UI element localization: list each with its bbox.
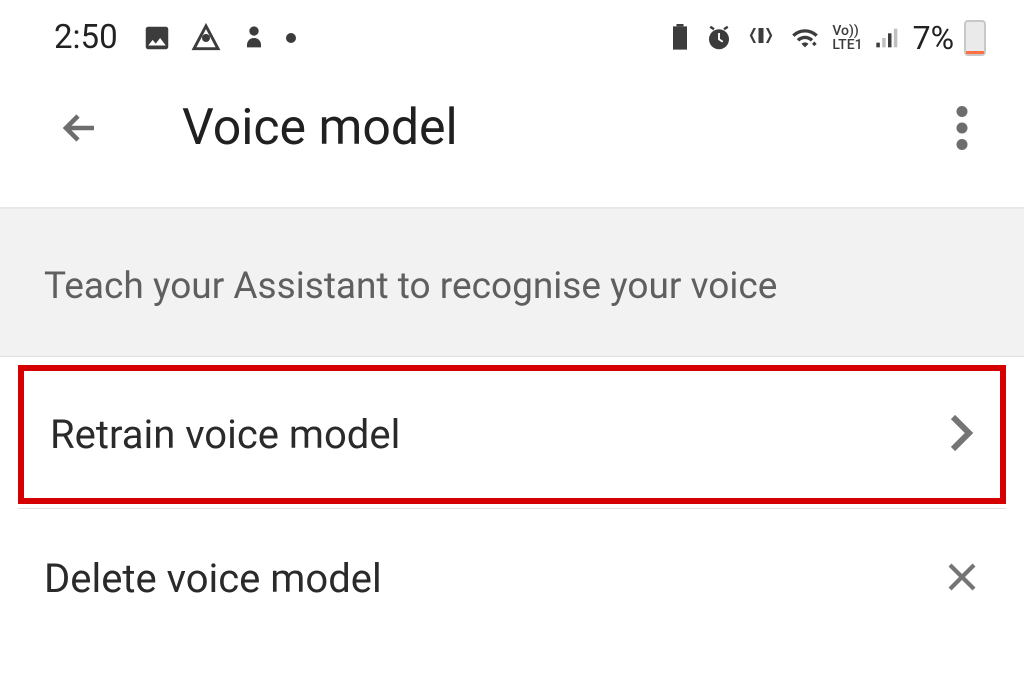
delete-voice-model-item[interactable]: Delete voice model <box>0 509 1024 648</box>
wifi-icon <box>788 24 822 52</box>
chevron-right-icon <box>948 413 974 457</box>
status-left: 2:50 <box>54 18 296 57</box>
image-icon <box>142 23 172 53</box>
battery-icon <box>964 20 986 56</box>
notification-dot-icon <box>286 33 296 43</box>
warning-triangle-icon <box>190 22 222 54</box>
lte-vo-label: Vo)) <box>832 24 862 38</box>
section-subtitle: Teach your Assistant to recognise your v… <box>44 265 980 308</box>
retrain-voice-model-item[interactable]: Retrain voice model <box>18 365 1006 504</box>
more-vertical-icon <box>956 106 968 150</box>
vibrate-icon <box>744 23 778 53</box>
page-title: Voice model <box>182 99 938 157</box>
person-icon <box>240 23 268 53</box>
section-header: Teach your Assistant to recognise your v… <box>0 207 1024 357</box>
alarm-icon <box>704 23 734 53</box>
delete-label: Delete voice model <box>44 555 382 602</box>
status-time: 2:50 <box>54 18 118 57</box>
battery-percent: 7% <box>913 19 954 57</box>
retrain-label: Retrain voice model <box>50 411 400 458</box>
more-options-button[interactable] <box>938 104 986 152</box>
back-button[interactable] <box>52 100 108 156</box>
app-bar: Voice model <box>0 75 1024 207</box>
close-icon <box>944 559 980 599</box>
lte-indicator: Vo)) LTE1 <box>832 24 862 52</box>
status-bar: 2:50 Vo)) LTE1 7% <box>0 0 1024 75</box>
lte-label: LTE1 <box>832 38 862 52</box>
signal-icon <box>873 24 903 52</box>
status-right: Vo)) LTE1 7% <box>666 19 986 57</box>
recycle-icon <box>666 23 694 53</box>
arrow-left-icon <box>56 104 104 152</box>
